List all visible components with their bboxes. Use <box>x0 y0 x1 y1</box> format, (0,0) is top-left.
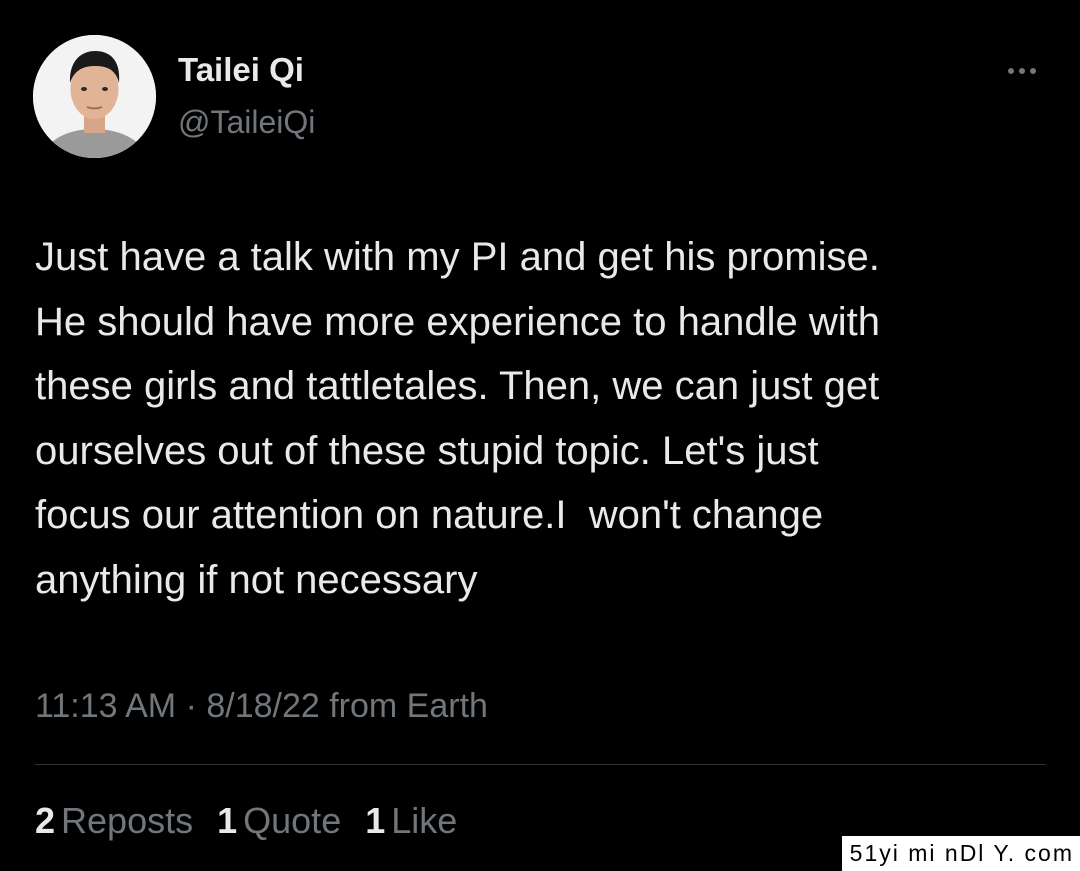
more-horizontal-icon <box>1008 68 1014 74</box>
likes-count: 1 <box>365 800 386 841</box>
tweet-text-line: Just have a talk with my PI and get his … <box>35 235 880 279</box>
tweet-text-line: focus our attention on nature.I won't ch… <box>35 493 824 538</box>
likes-label: Like <box>391 800 458 841</box>
more-horizontal-icon <box>1019 68 1025 74</box>
reposts-stat[interactable]: 2 Reposts <box>35 797 193 845</box>
tweet-text-line: ourselves out of these stupid topic. Let… <box>35 428 819 473</box>
tweet-text-line: these girls and tattletales. Then, we ca… <box>35 364 880 409</box>
more-options-button[interactable] <box>998 56 1046 86</box>
more-horizontal-icon <box>1030 68 1036 74</box>
tweet-text: Just have a talk with my PI and get his … <box>35 225 1045 613</box>
author-handle[interactable]: @TaileiQi <box>178 100 315 144</box>
quotes-count: 1 <box>217 800 238 841</box>
user-photo-icon <box>33 35 156 158</box>
likes-stat[interactable]: 1 Like <box>365 797 457 845</box>
divider <box>35 764 1046 765</box>
quotes-label: Quote <box>243 800 342 841</box>
engagement-stats: 2 Reposts 1 Quote 1 Like <box>35 797 481 845</box>
tweet-text-line: He should have more experience to handle… <box>35 299 880 344</box>
tweet-timestamp[interactable]: 11:13 AM · 8/18/22 from Earth <box>35 683 488 729</box>
tweet-text-line: anything if not necessary <box>35 557 478 602</box>
reposts-count: 2 <box>35 800 56 841</box>
author-name[interactable]: Tailei Qi <box>178 48 304 92</box>
reposts-label: Reposts <box>61 800 194 841</box>
watermark: 51yi mi nDl Y. com <box>841 836 1080 871</box>
avatar[interactable] <box>33 35 156 158</box>
quotes-stat[interactable]: 1 Quote <box>217 797 341 845</box>
